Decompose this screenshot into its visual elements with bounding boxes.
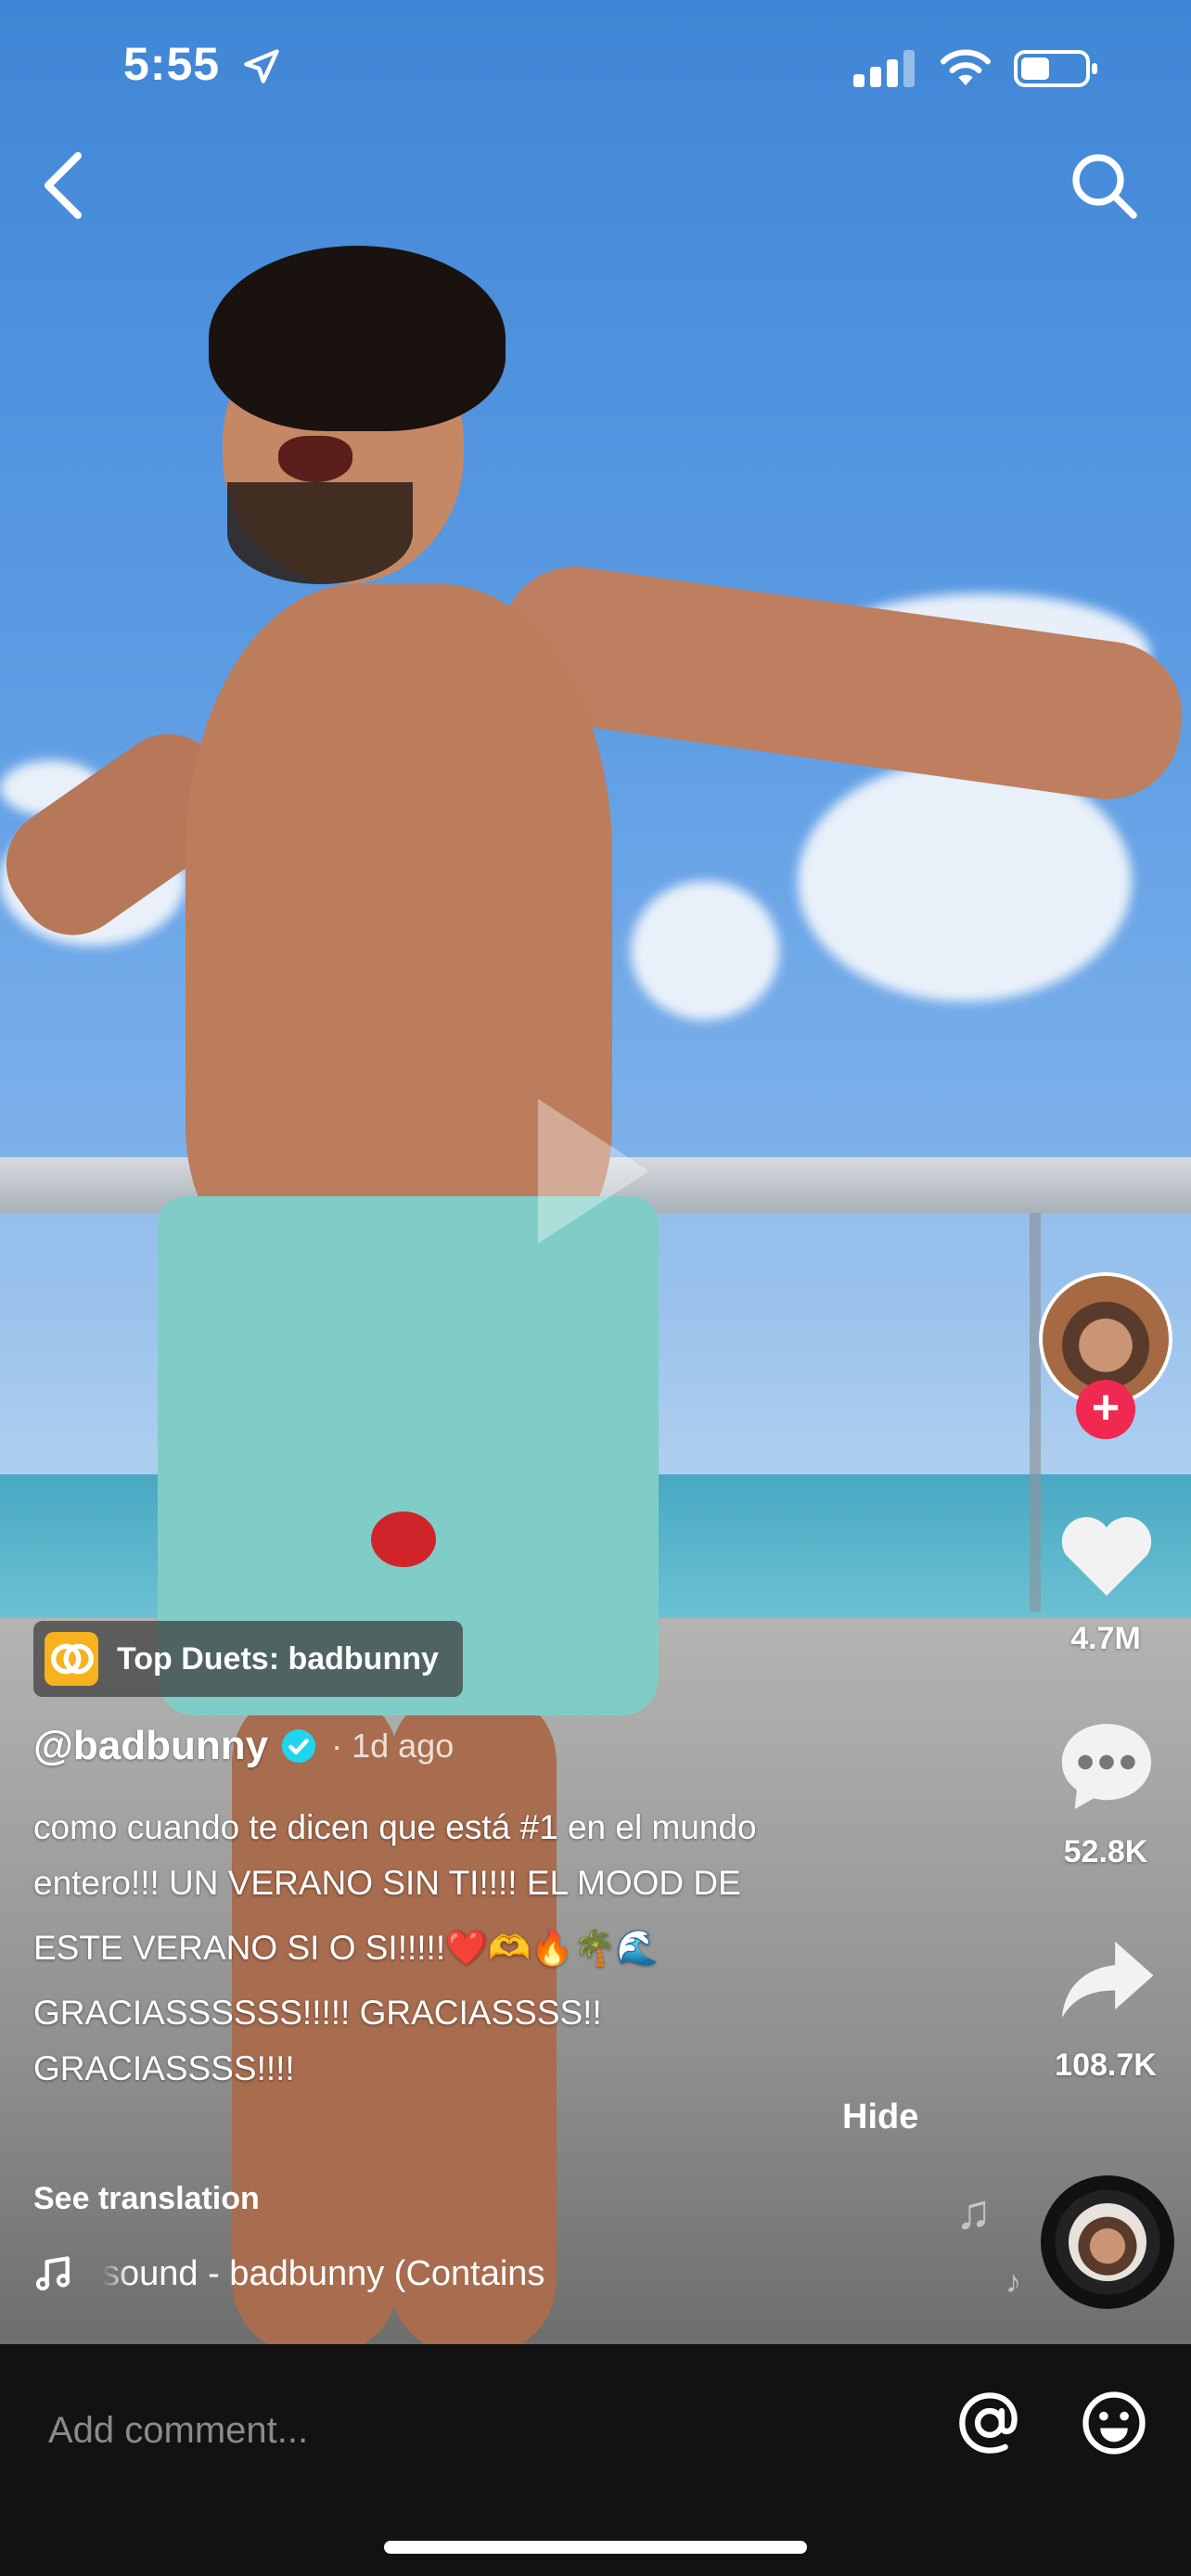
video-player[interactable] bbox=[0, 0, 1191, 2344]
heart-icon bbox=[1061, 1517, 1152, 1596]
shorts-logo bbox=[371, 1511, 436, 1567]
badge-label: Top Duets: badbunny bbox=[117, 1640, 439, 1677]
share-count: 108.7K bbox=[1055, 2047, 1157, 2083]
comment-bar bbox=[0, 2344, 1191, 2576]
person-beard bbox=[227, 482, 413, 584]
post-age: · 1d ago bbox=[331, 1727, 455, 1765]
sound-disc-avatar bbox=[1069, 2203, 1146, 2281]
wifi-icon bbox=[940, 49, 992, 86]
status-bar: 5:55 bbox=[0, 37, 1191, 102]
plus-icon: + bbox=[1091, 1381, 1121, 1435]
battery-icon bbox=[1014, 50, 1097, 87]
caption-line: ESTE VERANO SI O SI!!!!!❤️🫶🔥🌴🌊 bbox=[33, 1929, 660, 1967]
back-button[interactable] bbox=[37, 148, 93, 223]
caption-line: GRACIASSSS!!!! bbox=[33, 2049, 295, 2087]
share-arrow-icon bbox=[1061, 1941, 1154, 2019]
caption-line: como cuando te dicen que está #1 en el m… bbox=[33, 1808, 757, 1846]
comment-input[interactable] bbox=[46, 2392, 885, 2468]
sound-title: sound - badbunny (Contains bbox=[102, 2253, 545, 2293]
comment-count: 52.8K bbox=[1063, 1834, 1148, 1869]
at-sign-icon[interactable] bbox=[955, 2389, 1024, 2457]
comment-button[interactable] bbox=[1056, 1715, 1158, 1817]
music-note-icon bbox=[35, 2256, 70, 2291]
status-time: 5:55 bbox=[123, 38, 221, 90]
floating-note-icon: ♪ bbox=[1005, 2264, 1021, 2300]
cloud bbox=[631, 881, 779, 1020]
see-translation-link[interactable]: See translation bbox=[33, 2181, 260, 2217]
share-button[interactable] bbox=[1056, 1929, 1158, 2031]
caption-line: GRACIASSSSSS!!!!! GRACIASSSS!! bbox=[33, 1994, 602, 2032]
cloud bbox=[798, 760, 1132, 1001]
play-icon[interactable] bbox=[538, 1099, 649, 1243]
location-arrow-icon bbox=[244, 49, 279, 83]
sound-row[interactable]: sound - badbunny (Contains bbox=[33, 2253, 621, 2294]
signal-icon bbox=[853, 50, 915, 87]
like-button[interactable] bbox=[1056, 1502, 1158, 1604]
username-link[interactable]: @badbunny bbox=[33, 1723, 268, 1769]
follow-button[interactable]: + bbox=[1076, 1380, 1135, 1439]
floating-note-icon: ♫ bbox=[955, 2186, 992, 2239]
top-duets-badge[interactable]: Top Duets: badbunny bbox=[33, 1621, 463, 1697]
tiktok-video-screen: 5:55 + 4.7M 52.8K 108.7K ♫ ♪ Top Duets: … bbox=[0, 0, 1191, 2576]
search-icon[interactable] bbox=[1067, 148, 1141, 223]
like-count: 4.7M bbox=[1070, 1621, 1141, 1656]
sound-disc-button[interactable] bbox=[1041, 2175, 1174, 2309]
author-row: @badbunny · 1d ago bbox=[33, 1723, 454, 1769]
home-indicator bbox=[384, 2541, 807, 2554]
duet-icon bbox=[45, 1632, 98, 1686]
railing-post bbox=[1030, 1213, 1041, 1612]
hide-caption-button[interactable]: Hide bbox=[842, 2098, 918, 2137]
verified-icon bbox=[282, 1728, 316, 1764]
person-hair bbox=[209, 246, 506, 431]
caption-line: entero!!! UN VERANO SIN TI!!!! EL MOOD D… bbox=[33, 1864, 741, 1902]
emoji-icon[interactable] bbox=[1080, 2389, 1148, 2457]
person-mouth bbox=[278, 436, 352, 482]
